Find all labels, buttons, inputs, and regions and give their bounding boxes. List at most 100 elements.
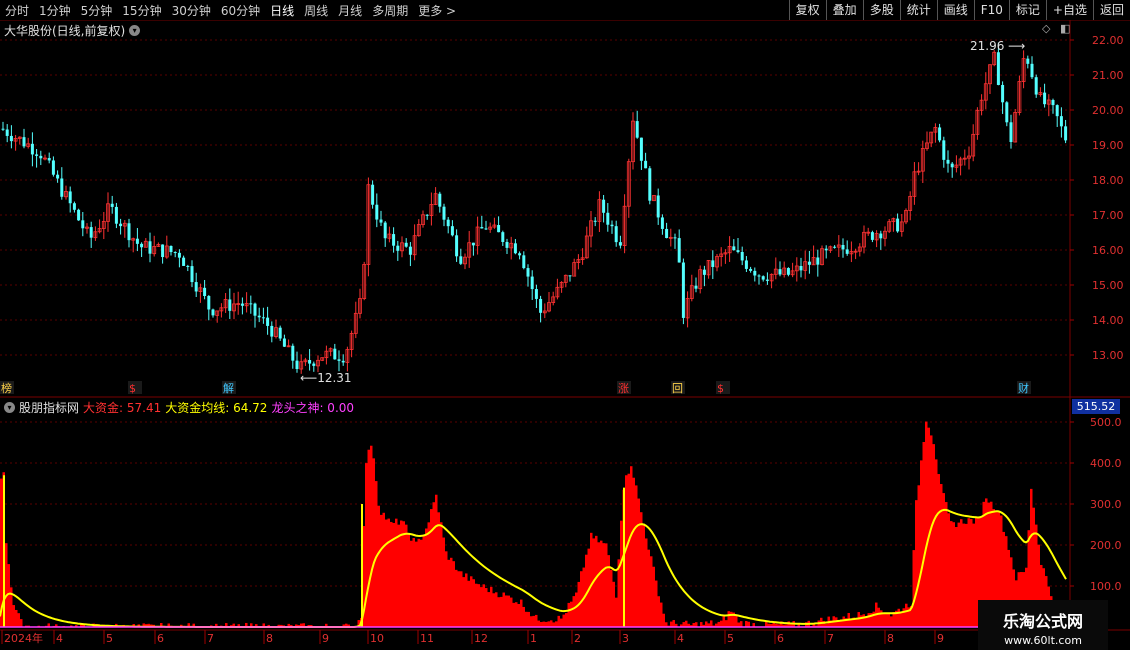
fund-bar: [495, 592, 498, 627]
indicator-tick-label: 400.0: [1090, 457, 1122, 470]
fund-bar: [950, 521, 953, 627]
candle-body: [39, 155, 43, 159]
price-tick-label: 18.00: [1092, 174, 1124, 187]
candle-body: [896, 218, 900, 232]
candle-body: [833, 246, 837, 248]
fund-bar: [590, 532, 593, 627]
event-markers: 榜 $ 解 涨 回 $ 财: [0, 381, 1031, 395]
price-axis: 22.00 21.00 20.00 19.00 18.00 17.00 16.00 15.00…: [1070, 34, 1124, 362]
candle-body: [606, 212, 610, 225]
fund-bar: [507, 595, 510, 627]
candle-body: [530, 276, 534, 290]
fund-bar: [532, 615, 535, 627]
fund-bar: [430, 509, 433, 627]
fund-bar: [537, 620, 540, 627]
price-tick-label: 19.00: [1092, 139, 1124, 152]
date-tick-label: 6: [777, 632, 784, 645]
fund-bar: [447, 559, 450, 627]
candle-body: [438, 193, 442, 207]
fund-bar: [425, 528, 428, 627]
candle-body: [648, 168, 652, 201]
date-tick-label: 9: [937, 632, 944, 645]
fund-bar: [745, 620, 748, 627]
fund-bar: [897, 608, 900, 627]
candle-body: [119, 223, 123, 227]
fund-bar: [842, 616, 845, 627]
candle-body: [194, 282, 198, 292]
date-tick-label: 7: [207, 632, 214, 645]
fund-bar: [630, 466, 633, 627]
fund-bar: [395, 518, 398, 627]
fund-bar: [567, 602, 570, 627]
date-tick-label: 4: [677, 632, 684, 645]
fund-bar: [887, 614, 890, 627]
indicator-tick-label: 500.0: [1090, 416, 1122, 429]
fund-bar: [650, 556, 653, 627]
candle-body: [240, 303, 244, 306]
fund-bar: [890, 616, 893, 627]
candle-body: [614, 226, 618, 243]
candle-body: [249, 303, 253, 305]
date-tick-label: 4: [56, 632, 63, 645]
fund-bar: [912, 550, 915, 627]
fund-bar: [517, 603, 520, 627]
date-tick-label: 10: [370, 632, 384, 645]
fund-bar: [515, 602, 518, 627]
candle-body: [371, 184, 375, 205]
fund-bar: [575, 592, 578, 627]
candle-body: [253, 303, 257, 316]
fund-bar: [5, 543, 8, 627]
fund-bar: [435, 494, 438, 627]
fund-bar: [882, 612, 885, 627]
fund-bar: [657, 596, 660, 627]
indicator-tick-label: 200.0: [1090, 539, 1122, 552]
candle-body: [47, 158, 51, 161]
fund-bar: [605, 543, 608, 627]
fund-bar: [390, 521, 393, 627]
fund-bar: [862, 614, 865, 627]
fund-bar: [417, 538, 420, 627]
candle-body: [341, 360, 345, 363]
fund-bar: [522, 606, 525, 627]
fund-bar: [615, 597, 618, 627]
candle-body: [207, 296, 211, 310]
candle-body: [35, 154, 39, 156]
price-tick-label: 21.00: [1092, 69, 1124, 82]
event-marker: $: [717, 382, 724, 395]
fund-bar: [367, 449, 370, 627]
fund-bar: [427, 522, 430, 627]
candle-body: [282, 338, 286, 347]
fund-bar: [607, 555, 610, 627]
fund-bar: [535, 614, 538, 627]
fund-bar: [747, 621, 750, 627]
fund-bar: [460, 571, 463, 627]
candle-body: [333, 348, 337, 360]
candle-body: [295, 360, 299, 370]
fund-bar: [530, 616, 533, 627]
candle-body: [602, 199, 606, 213]
candle-body: [408, 246, 412, 255]
fund-value-label: 大资金: 57.41: [83, 401, 162, 415]
price-tick-label: 14.00: [1092, 314, 1124, 327]
fund-bar: [412, 537, 415, 627]
candle-body: [996, 52, 1000, 85]
fund-bar: [957, 522, 960, 627]
fund-bar: [415, 541, 418, 627]
fund-bar: [402, 521, 405, 627]
candle-body: [9, 135, 13, 142]
candle-body: [484, 228, 488, 230]
candle-body: [56, 174, 60, 179]
event-marker: 涨: [618, 382, 629, 395]
candle-body: [450, 226, 454, 236]
candle-body: [740, 252, 744, 261]
fund-bar: [915, 500, 918, 627]
candle-body: [749, 268, 753, 271]
indicator-name: 股朋指标网: [19, 401, 80, 415]
fund-bar: [955, 527, 958, 627]
candle-body: [660, 217, 664, 229]
candle-body: [177, 252, 181, 258]
candle-body: [518, 253, 522, 256]
fund-bar: [12, 605, 15, 627]
fund-bar: [970, 519, 973, 627]
chevron-down-icon[interactable]: ▾: [4, 402, 15, 413]
